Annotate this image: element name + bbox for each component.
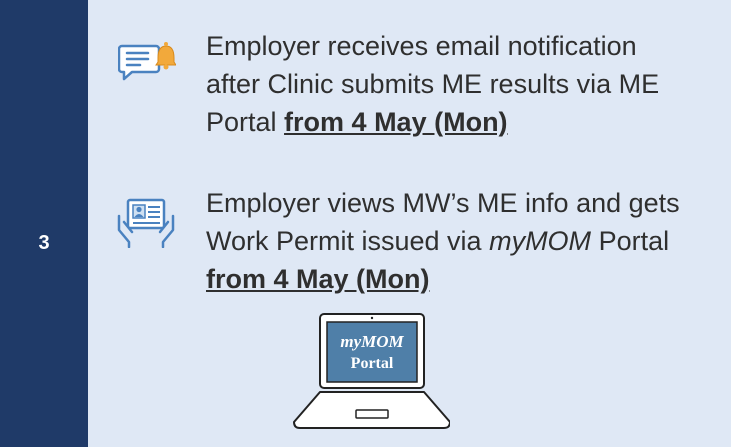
item-text: Employer views MW’s ME info and gets Wor… bbox=[206, 184, 680, 298]
item-line-suffix: Portal bbox=[591, 226, 670, 256]
laptop-screen-line2: Portal bbox=[351, 355, 394, 372]
item-line-prefix: Work Permit issued via bbox=[206, 226, 490, 256]
chat-bell-icon bbox=[118, 42, 176, 81]
laptop-screen-line1: myMOM bbox=[340, 332, 404, 351]
item-line: Portal from 4 May (Mon) bbox=[206, 103, 659, 141]
portal-name: myMOM bbox=[489, 226, 592, 256]
step-number: 3 bbox=[38, 232, 50, 254]
item-line: from 4 May (Mon) bbox=[206, 260, 680, 298]
item-line: Employer receives email notification bbox=[206, 31, 637, 61]
item-line-prefix: Portal bbox=[206, 107, 285, 137]
item-line: Work Permit issued via myMOM Portal bbox=[206, 222, 680, 260]
content-panel: Employer receives email notification aft… bbox=[88, 0, 731, 447]
item-line: Employer views MW’s ME info and gets bbox=[206, 188, 680, 218]
date-highlight: from 4 May (Mon) bbox=[206, 264, 430, 294]
item-text: Employer receives email notification aft… bbox=[206, 27, 659, 141]
step-column: 3 bbox=[0, 0, 88, 447]
item-line: after Clinic submits ME results via ME bbox=[206, 69, 660, 99]
id-card-hands-icon bbox=[117, 198, 175, 248]
date-highlight: from 4 May (Mon) bbox=[284, 107, 508, 137]
laptop-illustration: myMOM Portal bbox=[293, 313, 450, 429]
